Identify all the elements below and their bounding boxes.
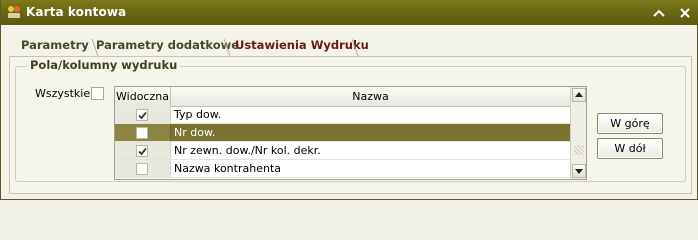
tab-ustawienia-wydruku[interactable]: Ustawienia Wydruku [235, 37, 369, 57]
field-name: Nazwa kontrahenta [174, 162, 281, 175]
visible-cell [115, 160, 171, 177]
visible-cell [115, 142, 171, 159]
field-name: Typ dow. [174, 108, 222, 121]
column-header-name[interactable]: Nazwa [171, 87, 570, 106]
checkmark-icon [138, 147, 147, 156]
tab-separator [223, 38, 231, 57]
scroll-down-button[interactable] [572, 164, 586, 178]
table-row[interactable]: Nr zewn. dow./Nr kol. dekr. [115, 142, 570, 160]
window: Karta kontowa Parametry Parametry dodatk… [0, 0, 698, 200]
visible-checkbox[interactable] [136, 127, 148, 139]
tab-parametry[interactable]: Parametry [21, 37, 89, 57]
select-all-label: Wszystkie [35, 87, 91, 100]
close-icon[interactable] [678, 6, 692, 20]
visible-cell [115, 106, 171, 123]
table-row[interactable]: Nr dow. [115, 124, 570, 142]
fields-grid[interactable]: Widoczna Nazwa Typ dow. Nr dow. Nr zewn.… [114, 86, 587, 180]
scrollbar-grip[interactable] [574, 145, 584, 155]
vertical-scrollbar[interactable] [570, 87, 586, 179]
table-row[interactable]: Nazwa kontrahenta [115, 160, 570, 178]
visible-cell [115, 124, 171, 141]
app-icon [7, 5, 21, 19]
visible-checkbox[interactable] [136, 145, 148, 157]
field-name: Nr dow. [174, 126, 216, 139]
select-all-checkbox[interactable] [91, 87, 104, 100]
group-title: Pola/kolumny wydruku [27, 58, 181, 72]
table-row[interactable]: Typ dow. [115, 106, 570, 124]
title-bar: Karta kontowa [1, 0, 698, 25]
scroll-up-button[interactable] [572, 88, 586, 102]
arrow-down-icon [575, 169, 583, 174]
grid-header: Widoczna Nazwa [115, 87, 570, 107]
visible-checkbox[interactable] [136, 109, 148, 121]
tab-parametry-dodatkowe[interactable]: Parametry dodatkowe [96, 37, 239, 57]
window-title: Karta kontowa [26, 5, 127, 19]
collapse-icon[interactable] [652, 6, 666, 20]
tab-separator [351, 38, 359, 57]
visible-checkbox[interactable] [136, 163, 148, 175]
field-name: Nr zewn. dow./Nr kol. dekr. [174, 144, 321, 157]
column-header-visible[interactable]: Widoczna [115, 87, 171, 106]
arrow-up-icon [575, 92, 583, 97]
checkmark-icon [138, 111, 147, 120]
move-down-button[interactable]: W dół [597, 138, 663, 159]
move-up-button[interactable]: W górę [597, 113, 663, 134]
